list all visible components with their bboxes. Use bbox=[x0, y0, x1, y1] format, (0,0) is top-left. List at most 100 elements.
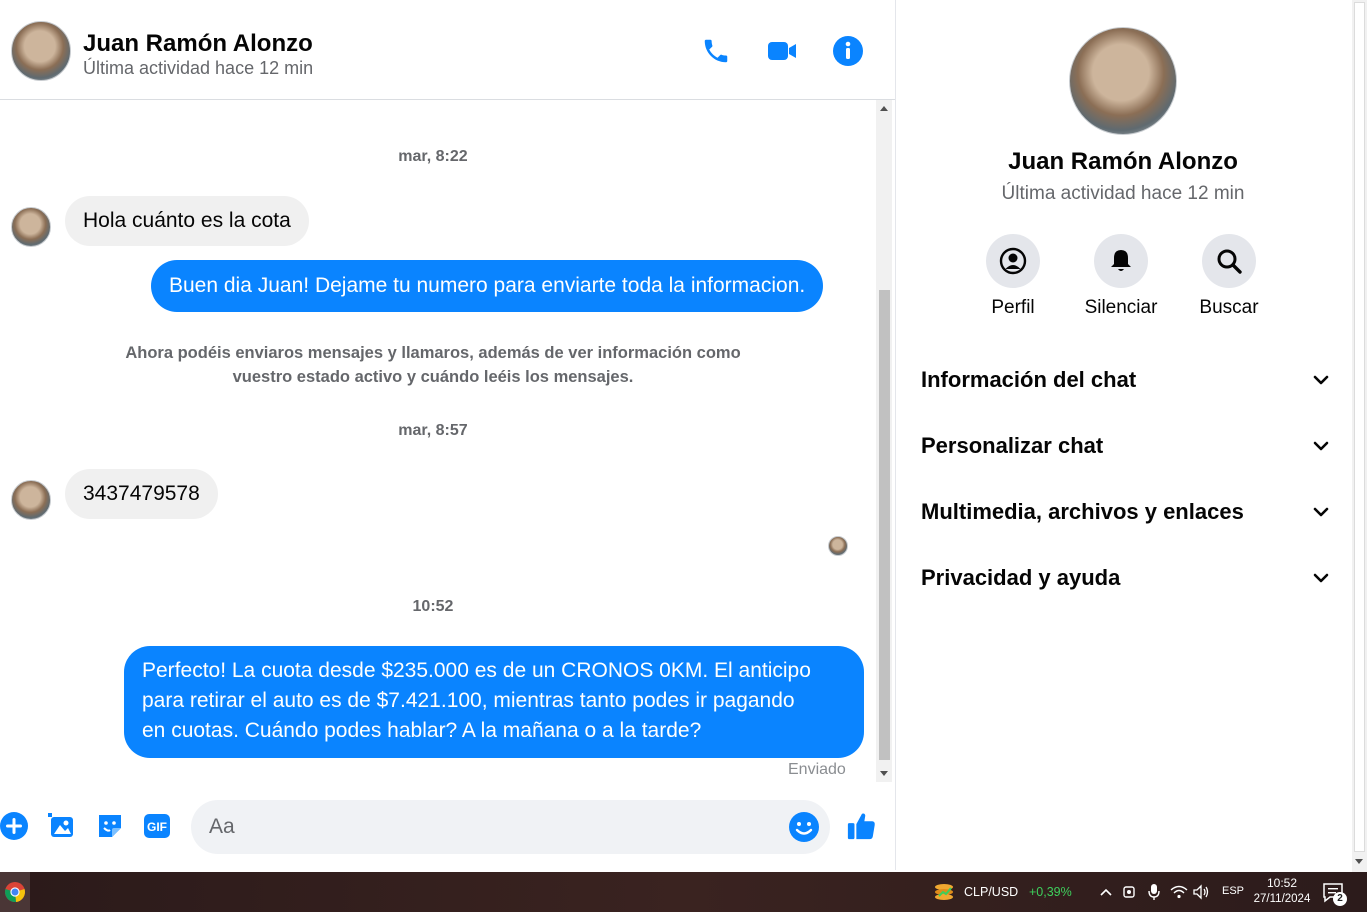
show-hidden-icons-button[interactable] bbox=[1097, 883, 1115, 901]
video-call-button[interactable] bbox=[764, 33, 800, 69]
timestamp: mar, 8:57 bbox=[398, 422, 468, 439]
mute-button[interactable]: Silenciar bbox=[1076, 234, 1166, 319]
outgoing-message[interactable]: Perfecto! La cuota desde $235.000 es de … bbox=[124, 646, 864, 758]
section-label: Multimedia, archivos y enlaces bbox=[921, 499, 1244, 524]
chat-info-panel: Juan Ramón Alonzo Última actividad hace … bbox=[897, 0, 1352, 870]
camera-tray-button[interactable] bbox=[1121, 883, 1139, 901]
privacy-help-section[interactable]: Privacidad y ayuda bbox=[921, 558, 1331, 598]
sticker-button[interactable] bbox=[94, 810, 126, 842]
message-scrollbar[interactable] bbox=[876, 100, 892, 782]
outgoing-message[interactable]: Buen dia Juan! Dejame tu numero para env… bbox=[151, 260, 824, 312]
thumbs-up-icon bbox=[847, 813, 875, 840]
conversation-info-button[interactable] bbox=[830, 33, 866, 69]
plus-icon bbox=[0, 812, 28, 840]
call-button[interactable] bbox=[698, 33, 734, 69]
customize-chat-section[interactable]: Personalizar chat bbox=[921, 426, 1331, 466]
contact-avatar[interactable] bbox=[11, 21, 71, 81]
chevron-down-icon bbox=[1313, 573, 1329, 583]
gif-button[interactable]: GIF bbox=[141, 810, 173, 842]
attach-image-button[interactable] bbox=[46, 810, 78, 842]
profile-button[interactable]: Perfil bbox=[968, 234, 1058, 319]
contact-name[interactable]: Juan Ramón Alonzo bbox=[83, 30, 313, 58]
video-camera-icon bbox=[768, 42, 796, 60]
page-scroll-down-arrow[interactable] bbox=[1355, 859, 1363, 864]
like-button[interactable] bbox=[846, 810, 878, 842]
message-list: mar, 8:22 Hola cuánto es la cota Buen di… bbox=[0, 100, 876, 785]
incoming-message[interactable]: Hola cuánto es la cota bbox=[65, 196, 309, 246]
scroll-thumb[interactable] bbox=[879, 290, 890, 760]
seen-receipt-avatar bbox=[828, 536, 848, 556]
coins-icon bbox=[935, 884, 953, 900]
gif-icon-label: GIF bbox=[147, 820, 167, 834]
volume-tray-button[interactable] bbox=[1192, 883, 1210, 901]
bell-icon bbox=[1111, 250, 1131, 271]
section-label: Información del chat bbox=[921, 367, 1137, 392]
chat-header: Juan Ramón Alonzo Última actividad hace … bbox=[0, 3, 895, 100]
chevron-down-icon bbox=[1313, 375, 1329, 385]
search-label: Buscar bbox=[1199, 297, 1259, 318]
sticker-icon bbox=[99, 815, 121, 837]
search-icon-circle bbox=[1202, 234, 1256, 288]
emoji-icon[interactable] bbox=[788, 811, 820, 843]
wifi-tray-button[interactable] bbox=[1170, 883, 1188, 901]
message-input-placeholder: Aa bbox=[209, 815, 235, 838]
message-line: para retirar el auto es de $7.421.100, m… bbox=[142, 689, 795, 712]
profile-label: Perfil bbox=[991, 297, 1035, 318]
scroll-down-arrow[interactable] bbox=[880, 771, 888, 776]
clock-time[interactable]: 10:52 bbox=[1252, 876, 1312, 890]
currency-change: +0,39% bbox=[1029, 885, 1072, 899]
message-avatar bbox=[11, 207, 51, 247]
panel-contact-name: Juan Ramón Alonzo bbox=[1008, 148, 1238, 175]
clock-date[interactable]: 27/11/2024 bbox=[1248, 893, 1316, 905]
system-notice-line: Ahora podéis enviaros mensajes y llamaro… bbox=[125, 344, 741, 362]
speaker-icon bbox=[1193, 884, 1209, 900]
panel-contact-status: Última actividad hace 12 min bbox=[1001, 183, 1245, 204]
chevron-down-icon bbox=[1313, 441, 1329, 451]
gif-icon: GIF bbox=[144, 814, 170, 838]
image-icon bbox=[48, 813, 73, 837]
timestamp: mar, 8:22 bbox=[398, 148, 468, 165]
windows-taskbar: CLP/USD +0,39% ESP 10:52 27/11/2024 2 bbox=[0, 872, 1367, 912]
section-label: Privacidad y ayuda bbox=[921, 565, 1121, 590]
incoming-message[interactable]: 3437479578 bbox=[65, 469, 218, 519]
chrome-taskbar-button[interactable] bbox=[0, 872, 30, 912]
scroll-up-arrow[interactable] bbox=[880, 106, 888, 111]
microphone-tray-button[interactable] bbox=[1145, 883, 1163, 901]
search-icon bbox=[1217, 249, 1242, 274]
timestamp: 10:52 bbox=[412, 598, 454, 615]
sent-status: Enviado bbox=[788, 761, 846, 778]
phone-icon bbox=[704, 39, 728, 63]
system-notice: Ahora podéis enviaros mensajes y llamaro… bbox=[92, 341, 774, 389]
message-line: en cuotas. Cuándo podes hablar? A la mañ… bbox=[142, 719, 702, 742]
message-input[interactable]: Aa bbox=[191, 800, 830, 854]
microphone-icon bbox=[1148, 884, 1160, 900]
chrome-icon bbox=[5, 882, 25, 903]
info-icon bbox=[833, 36, 863, 66]
section-label: Personalizar chat bbox=[921, 433, 1104, 458]
chat-column: Juan Ramón Alonzo Última actividad hace … bbox=[0, 0, 896, 870]
profile-icon bbox=[999, 247, 1027, 275]
message-composer: GIF Aa bbox=[0, 790, 895, 866]
message-line: Perfecto! La cuota desde $235.000 es de … bbox=[142, 659, 811, 682]
camera-icon bbox=[1123, 886, 1135, 898]
chevron-down-icon bbox=[1313, 507, 1329, 517]
chevron-up-icon bbox=[1100, 888, 1112, 896]
currency-pair[interactable]: CLP/USD bbox=[964, 885, 1018, 899]
input-language[interactable]: ESP bbox=[1222, 885, 1244, 897]
mute-icon-circle bbox=[1094, 234, 1148, 288]
contact-status: Última actividad hace 12 min bbox=[83, 58, 314, 78]
messenger-window: Juan Ramón Alonzo Última actividad hace … bbox=[0, 0, 1367, 912]
page-scroll-thumb[interactable] bbox=[1354, 2, 1365, 852]
media-files-links-section[interactable]: Multimedia, archivos y enlaces bbox=[921, 492, 1331, 532]
message-avatar bbox=[11, 480, 51, 520]
mute-label: Silenciar bbox=[1084, 297, 1158, 318]
panel-contact-avatar[interactable] bbox=[1069, 27, 1177, 135]
search-button[interactable]: Buscar bbox=[1184, 234, 1274, 319]
notification-count-badge: 2 bbox=[1333, 892, 1347, 906]
system-notice-line: vuestro estado activo y cuándo leéis los… bbox=[232, 368, 634, 386]
chat-info-section[interactable]: Información del chat bbox=[921, 360, 1331, 400]
more-actions-button[interactable] bbox=[0, 810, 30, 842]
profile-icon-circle bbox=[986, 234, 1040, 288]
page-scrollbar[interactable] bbox=[1352, 0, 1367, 872]
wifi-icon bbox=[1170, 885, 1188, 899]
